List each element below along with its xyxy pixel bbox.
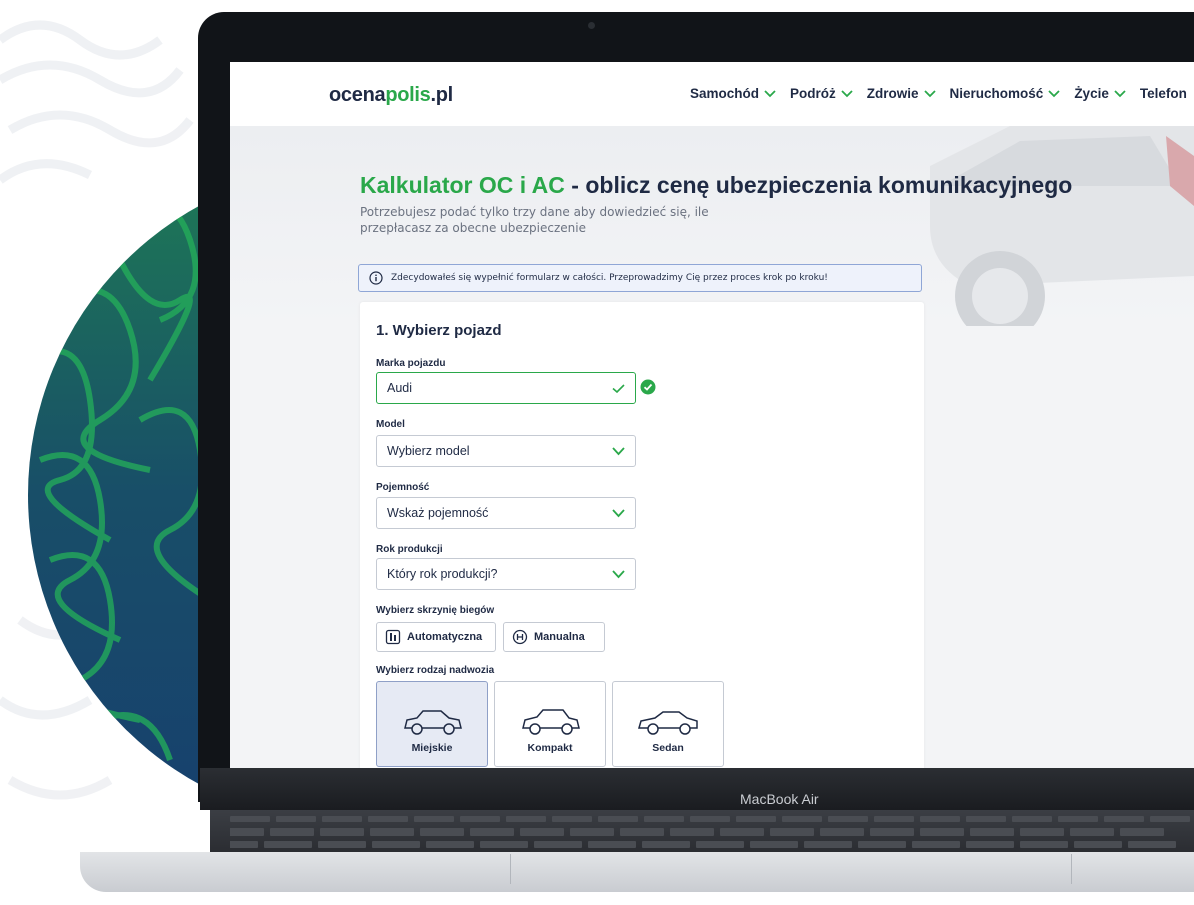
- gearbox-label: Wybierz skrzynię biegów: [376, 605, 495, 616]
- nav-item-telefon[interactable]: Telefon: [1140, 86, 1187, 101]
- body-type-sedan-label: Sedan: [652, 742, 684, 754]
- gearbox-manual-label: Manualna: [534, 631, 585, 643]
- laptop-hinge: [200, 768, 1194, 810]
- checkmark-icon: [612, 384, 625, 393]
- chevron-down-icon: [764, 89, 776, 97]
- laptop-trackpad: [510, 854, 1072, 884]
- manual-gearbox-icon: [512, 629, 528, 645]
- chevron-down-icon: [923, 89, 936, 97]
- laptop-model-label: MacBook Air: [740, 791, 819, 807]
- automatic-gearbox-icon: [385, 629, 401, 645]
- make-select[interactable]: Audi: [376, 372, 636, 404]
- valid-check-badge-icon: [640, 379, 656, 395]
- body-type-label: Wybierz rodzaj nadwozia: [376, 665, 495, 676]
- page-subtitle: Potrzebujesz podać tylko trzy dane aby d…: [360, 205, 709, 235]
- body-type-sedan-button[interactable]: Sedan: [612, 681, 724, 767]
- info-icon: [369, 271, 383, 285]
- chevron-down-icon: [1114, 89, 1126, 97]
- capacity-select[interactable]: Wskaż pojemność: [376, 497, 636, 529]
- chevron-down-icon: [841, 89, 853, 97]
- compact-car-icon: [522, 709, 580, 735]
- chevron-down-icon: [612, 447, 625, 456]
- vehicle-form-card: 1. Wybierz pojazd Marka pojazdu Audi Mod…: [360, 302, 924, 768]
- page-title: Kalkulator OC i AC - oblicz cenę ubezpie…: [360, 172, 1073, 198]
- capacity-label: Pojemność: [376, 482, 430, 493]
- main-nav: Samochód Podróż Zdrowie Nieruchomość Życ…: [690, 86, 1187, 101]
- nav-item-nieruchomosc[interactable]: Nieruchomość: [950, 86, 1061, 101]
- year-select-value: Który rok produkcji?: [387, 567, 498, 581]
- city-car-icon: [404, 710, 462, 735]
- make-label: Marka pojazdu: [376, 358, 446, 369]
- info-banner-text: Zdecydowałeś się wypełnić formularz w ca…: [391, 273, 828, 283]
- chevron-down-icon: [612, 570, 625, 579]
- model-label: Model: [376, 419, 405, 430]
- nav-item-zycie[interactable]: Życie: [1074, 86, 1126, 101]
- model-select-value: Wybierz model: [387, 444, 470, 458]
- gearbox-automatic-label: Automatyczna: [407, 631, 483, 643]
- keyboard-keys: [230, 816, 1190, 848]
- nav-item-zdrowie[interactable]: Zdrowie: [867, 86, 936, 101]
- body-type-compact-label: Kompakt: [527, 742, 573, 754]
- gearbox-manual-button[interactable]: Manualna: [503, 622, 605, 652]
- body-type-city-button[interactable]: Miejskie: [376, 681, 488, 767]
- nav-item-podroz[interactable]: Podróż: [790, 86, 853, 101]
- site-logo[interactable]: ocenapolis.pl: [329, 84, 453, 107]
- model-select[interactable]: Wybierz model: [376, 435, 636, 467]
- gearbox-automatic-button[interactable]: Automatyczna: [376, 622, 496, 652]
- body-type-compact-button[interactable]: Kompakt: [494, 681, 606, 767]
- webcam-icon: [588, 22, 595, 29]
- year-label: Rok produkcji: [376, 544, 443, 555]
- laptop-screen: ocenapolis.pl Samochód Podróż Zdrowie Ni…: [230, 62, 1194, 768]
- chevron-down-icon: [1048, 89, 1060, 97]
- info-banner: Zdecydowałeś się wypełnić formularz w ca…: [358, 264, 922, 292]
- top-navbar: ocenapolis.pl Samochód Podróż Zdrowie Ni…: [230, 62, 1194, 127]
- step-title: 1. Wybierz pojazd: [376, 322, 502, 339]
- make-select-value: Audi: [387, 381, 413, 395]
- car-photo-background: [930, 126, 1194, 326]
- capacity-select-value: Wskaż pojemność: [387, 506, 489, 520]
- body-type-city-label: Miejskie: [411, 742, 453, 754]
- sedan-car-icon: [638, 711, 698, 735]
- year-select[interactable]: Który rok produkcji?: [376, 558, 636, 590]
- nav-item-samochod[interactable]: Samochód: [690, 86, 776, 101]
- chevron-down-icon: [612, 509, 625, 518]
